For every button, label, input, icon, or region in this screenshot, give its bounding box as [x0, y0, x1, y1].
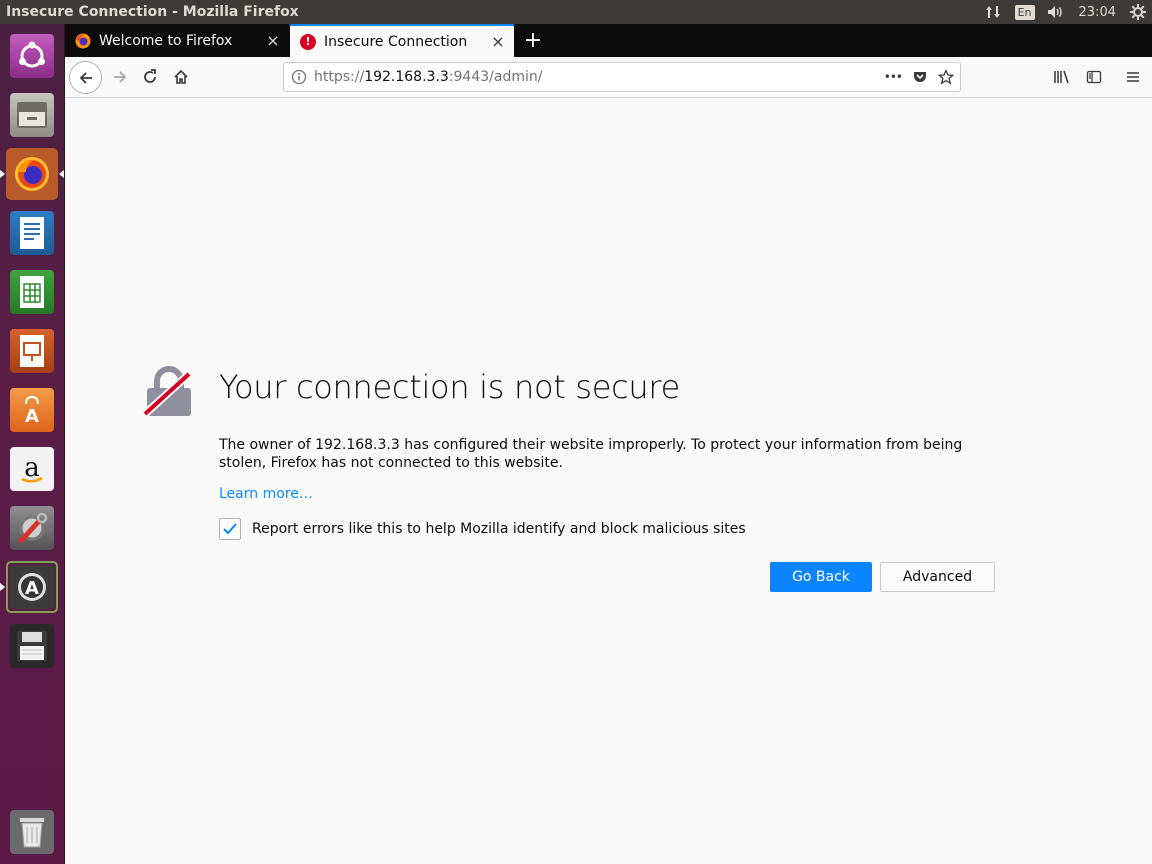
warning-favicon-icon: ! — [300, 33, 316, 50]
sidebar-icon — [1086, 70, 1102, 84]
reload-button[interactable] — [135, 62, 165, 92]
tab-close-icon[interactable]: × — [261, 31, 285, 50]
bookmark-star-icon[interactable] — [938, 69, 954, 85]
save-disk-icon[interactable] — [6, 620, 58, 672]
go-back-button[interactable]: Go Back — [770, 562, 872, 592]
files-icon[interactable] — [6, 89, 58, 141]
tab-label: Welcome to Firefox — [99, 32, 233, 49]
url-scheme: https:// — [314, 69, 365, 85]
running-indicator — [0, 170, 5, 178]
libreoffice-impress-icon[interactable] — [6, 325, 58, 377]
advanced-button[interactable]: Advanced — [880, 562, 995, 592]
keyboard-language-indicator[interactable]: En — [1014, 4, 1035, 20]
libreoffice-calc-icon[interactable] — [6, 266, 58, 318]
trash-icon[interactable] — [6, 806, 58, 858]
pocket-icon[interactable] — [912, 69, 928, 85]
amazon-icon[interactable]: a — [6, 443, 58, 495]
library-icon — [1054, 70, 1069, 84]
new-tab-button[interactable]: + — [517, 24, 549, 57]
forward-arrow-icon — [114, 71, 127, 83]
active-indicator — [59, 170, 64, 178]
menu-button[interactable] — [1118, 62, 1148, 92]
window-title: Insecure Connection - Mozilla Firefox — [6, 4, 299, 20]
clock[interactable]: 23:04 — [1079, 5, 1116, 20]
back-button[interactable] — [69, 61, 102, 94]
address-bar[interactable]: https://192.168.3.3:9443/admin/ ••• — [283, 62, 961, 92]
page-actions-icon[interactable]: ••• — [884, 70, 903, 84]
libreoffice-writer-icon[interactable] — [6, 207, 58, 259]
library-button[interactable] — [1047, 62, 1077, 92]
tab-insecure-connection[interactable]: ! Insecure Connection × — [290, 24, 514, 57]
tab-close-icon[interactable]: × — [486, 32, 510, 51]
sidebar-button[interactable] — [1079, 62, 1109, 92]
forward-button[interactable] — [105, 62, 135, 92]
launcher: A a A — [0, 24, 65, 864]
url-path: :9443/admin/ — [448, 69, 543, 85]
svg-text:a: a — [24, 453, 40, 483]
error-description: The owner of 192.168.3.3 has configured … — [219, 437, 963, 471]
report-errors-label: Report errors like this to help Mozilla … — [252, 521, 746, 537]
hamburger-menu-icon — [1127, 72, 1139, 82]
url-text[interactable]: https://192.168.3.3:9443/admin/ — [314, 69, 874, 85]
navigation-toolbar: https://192.168.3.3:9443/admin/ ••• — [65, 57, 1152, 98]
learn-more-link[interactable]: Learn more… — [219, 486, 313, 502]
software-updater-icon[interactable]: A — [6, 561, 58, 613]
url-host: 192.168.3.3 — [364, 69, 449, 85]
home-button[interactable] — [166, 62, 196, 92]
firefox-favicon-icon — [75, 33, 91, 49]
site-info-icon[interactable] — [284, 69, 314, 85]
software-center-icon[interactable]: A — [6, 384, 58, 436]
firefox-icon[interactable] — [6, 148, 58, 200]
report-errors-checkbox[interactable] — [219, 518, 241, 540]
back-arrow-icon — [79, 71, 92, 84]
top-panel: Insecure Connection - Mozilla Firefox En… — [0, 0, 1152, 24]
error-title: Your connection is not secure — [219, 368, 680, 406]
error-page: Your connection is not secure The owner … — [65, 98, 1152, 864]
tab-welcome-to-firefox[interactable]: Welcome to Firefox × — [65, 24, 289, 57]
svg-text:A: A — [25, 406, 39, 426]
tab-bar: Welcome to Firefox × ! Insecure Connecti… — [65, 24, 1152, 57]
checkmark-icon — [223, 523, 237, 535]
reload-icon — [144, 69, 156, 83]
power-gear-icon[interactable] — [1130, 4, 1146, 20]
system-settings-icon[interactable] — [6, 502, 58, 554]
tab-label: Insecure Connection — [324, 33, 468, 50]
home-icon — [174, 69, 188, 84]
network-icon[interactable] — [985, 4, 1001, 20]
report-errors-row: Report errors like this to help Mozilla … — [219, 518, 746, 540]
volume-icon[interactable] — [1047, 5, 1065, 19]
svg-text:A: A — [25, 578, 39, 599]
running-indicator — [0, 583, 5, 591]
ubuntu-dash-icon[interactable] — [6, 30, 58, 82]
broken-lock-icon — [142, 366, 195, 418]
panel-indicators: En 23:04 — [985, 0, 1152, 24]
